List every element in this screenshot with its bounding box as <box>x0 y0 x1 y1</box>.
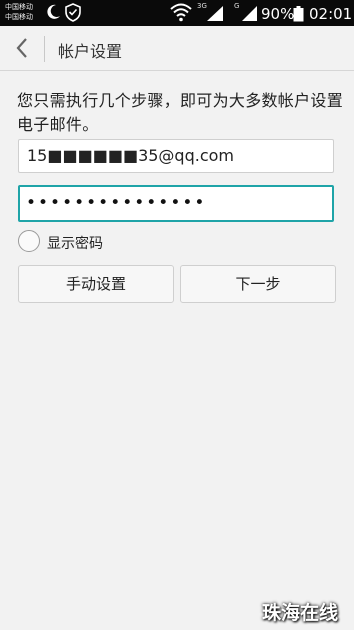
carrier-1: 中国移动 <box>5 3 33 11</box>
status-bar: 中国移动 中国移动 3G G 90% 02:01 <box>0 0 354 26</box>
wifi-icon <box>170 3 192 22</box>
action-bar-divider <box>44 36 45 62</box>
network-type-2: G <box>234 2 240 10</box>
clock: 02:01 <box>309 5 353 23</box>
moon-icon <box>47 4 60 19</box>
setup-description: 您只需执行几个步骤，即可为大多数帐户设置电子邮件。 <box>17 91 344 134</box>
action-bar: 帐户设置 <box>0 26 354 71</box>
carrier-labels: 中国移动 中国移动 <box>5 2 33 22</box>
show-password-label: 显示密码 <box>47 236 103 252</box>
shield-icon <box>65 3 81 22</box>
battery-percent: 90% <box>261 5 295 23</box>
carrier-2: 中国移动 <box>5 13 33 21</box>
battery-icon <box>293 6 304 22</box>
chevron-left-icon[interactable] <box>12 36 32 60</box>
watermark: 珠海在线 <box>262 602 339 624</box>
show-password-radio[interactable] <box>18 230 40 252</box>
password-field[interactable]: ••••••••••••••• <box>18 185 334 222</box>
signal-icon-2 <box>242 6 257 21</box>
signal-icon <box>207 6 223 21</box>
email-field[interactable]: 15■■■■■■35@qq.com <box>18 139 334 173</box>
page-title: 帐户设置 <box>58 42 123 61</box>
next-button[interactable]: 下一步 <box>180 265 336 303</box>
manual-setup-button[interactable]: 手动设置 <box>18 265 174 303</box>
